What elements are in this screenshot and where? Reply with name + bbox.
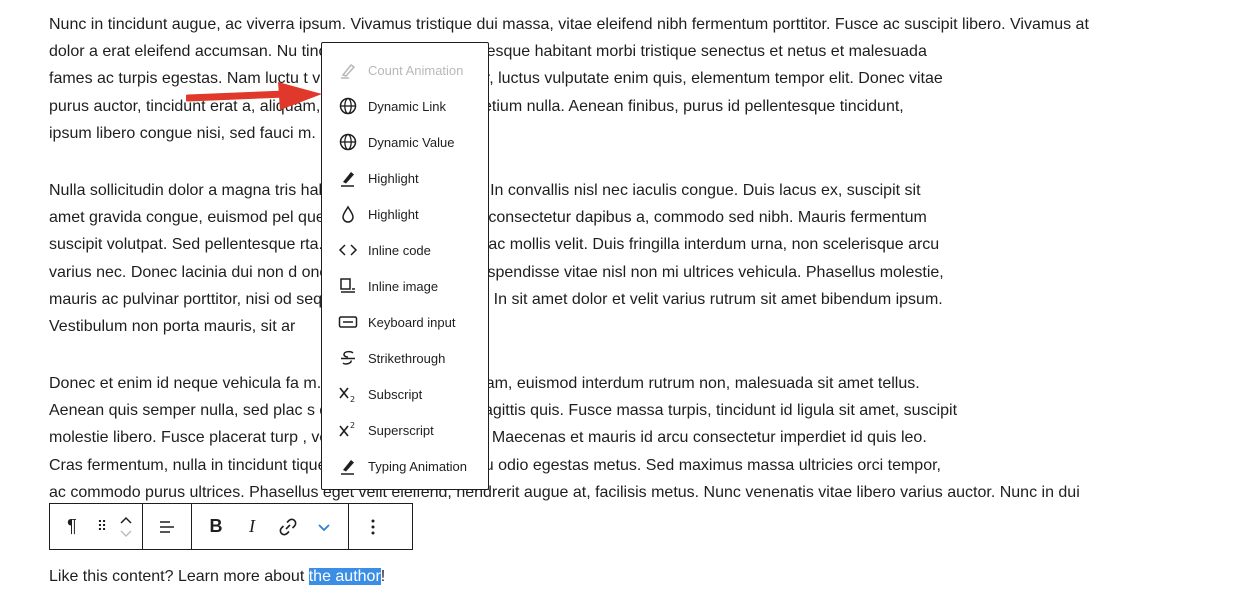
image-icon [338,276,358,296]
menu-item-label: Keyboard input [368,314,456,330]
link-icon [279,518,297,535]
menu-item-label: Count Animation [368,62,464,78]
move-up-button[interactable] [120,513,132,527]
globe-icon [338,132,358,152]
menu-item-label: Superscript [368,422,434,438]
text-line: Aenean quis semper nulla, sed plac s dui… [49,402,958,420]
drag-icon: ⠿ [96,518,108,534]
text-line: Vestibulum non porta mauris, sit ar [49,317,296,335]
paragraph-3: Donec et enim id neque vehicula fa m. Su… [49,370,1219,506]
text-line: mauris ac pulvinar porttitor, nisi od se… [49,290,943,308]
menu-item-label: Dynamic Link [368,98,447,114]
cta-suffix: ! [380,568,386,585]
selected-text[interactable]: the author [308,568,381,585]
chevron-down-icon [120,529,132,537]
link-button[interactable] [270,504,306,549]
options-group [349,504,397,549]
bold-button[interactable]: B [198,504,234,549]
chevron-down-icon [318,523,330,531]
text-line: ac commodo purus ultrices. Phasellus ege… [49,483,1080,501]
text-line: Cras fermentum, nulla in tincidunt tique… [49,456,941,474]
more-rich-text-menu: Count Animation Dynamic Link Dynamic Val… [321,42,489,490]
superscript-icon: 2 [338,420,358,440]
menu-item-label: Highlight [368,170,419,186]
menu-item-inline-code[interactable]: Inline code [322,232,488,268]
drop-icon [338,204,358,224]
menu-item-label: Typing Animation [368,458,468,474]
italic-icon: I [249,516,255,536]
paragraph-1: Nunc in tincidunt augue, ac viverra ipsu… [49,11,1219,147]
format-group: B I [192,504,349,549]
menu-item-typing-animation[interactable]: Typing Animation [322,448,488,484]
italic-button[interactable]: I [234,504,270,549]
align-left-icon [160,520,174,533]
cta-prefix: Like this content? Learn more about [49,568,309,585]
menu-item-label: Subscript [368,386,423,402]
text-line: Nunc in tincidunt augue, ac viverra ipsu… [49,16,1089,33]
subscript-icon: 2 [338,384,358,404]
code-icon [338,240,358,260]
menu-item-count-animation: Count Animation [322,52,488,88]
move-down-button[interactable] [120,527,132,541]
block-mover [114,504,138,549]
text-line: Donec et enim id neque vehicula fa m. Su… [49,375,920,392]
menu-item-highlight-drop[interactable]: Highlight [322,196,488,232]
block-controls-group: ¶ ⠿ [50,504,143,549]
text-line: suscipit volutpat. Sed pellentesque rta.… [49,236,940,254]
keyboard-icon [338,312,358,332]
cta-paragraph[interactable]: Like this content? Learn more about the … [49,563,1219,590]
menu-item-highlight-pen[interactable]: Highlight [322,160,488,196]
options-button[interactable] [355,504,391,549]
paragraph-2: Nulla sollicitudin dolor a magna tris ha… [49,177,1219,340]
pen-icon [338,60,358,80]
more-vertical-icon [371,519,375,534]
menu-item-inline-image[interactable]: Inline image [322,268,488,304]
menu-item-dynamic-link[interactable]: Dynamic Link [322,88,488,124]
svg-text:2: 2 [350,395,355,403]
svg-text:2: 2 [350,421,355,430]
globe-icon [338,96,358,116]
more-formats-button[interactable] [306,504,342,549]
menu-item-label: Highlight [368,206,419,222]
align-group [143,504,192,549]
drag-handle[interactable]: ⠿ [90,504,114,549]
pen-icon [338,168,358,188]
text-line: amet gravida congue, euismod pel que neq… [49,209,927,227]
menu-item-keyboard-input[interactable]: Keyboard input [322,304,488,340]
paragraph-block-button[interactable]: ¶ [54,504,90,549]
align-button[interactable] [149,504,185,549]
strikethrough-icon [338,348,358,368]
menu-item-subscript[interactable]: 2 Subscript [322,376,488,412]
menu-item-label: Inline code [368,242,431,258]
text-line: molestie libero. Fusce placerat turp , v… [49,429,927,447]
menu-item-strikethrough[interactable]: Strikethrough [322,340,488,376]
text-line: ipsum libero congue nisi, sed fauci m. [49,124,316,142]
paragraph-icon: ¶ [67,516,77,536]
text-line: Nulla sollicitudin dolor a magna tris ha… [49,182,921,199]
text-line: dolor a erat eleifend accumsan. Nu tinci… [49,43,927,61]
text-line: varius nec. Donec lacinia dui non d oncu… [49,263,944,281]
menu-item-label: Inline image [368,278,439,294]
menu-item-label: Dynamic Value [368,134,455,150]
menu-item-dynamic-value[interactable]: Dynamic Value [322,124,488,160]
pen-icon [338,456,358,476]
block-toolbar: ¶ ⠿ B I [49,503,413,550]
red-arrow-annotation [186,82,322,110]
bold-icon: B [209,516,223,536]
menu-item-superscript[interactable]: 2 Superscript [322,412,488,448]
menu-item-label: Strikethrough [368,350,446,366]
chevron-up-icon [120,516,132,524]
